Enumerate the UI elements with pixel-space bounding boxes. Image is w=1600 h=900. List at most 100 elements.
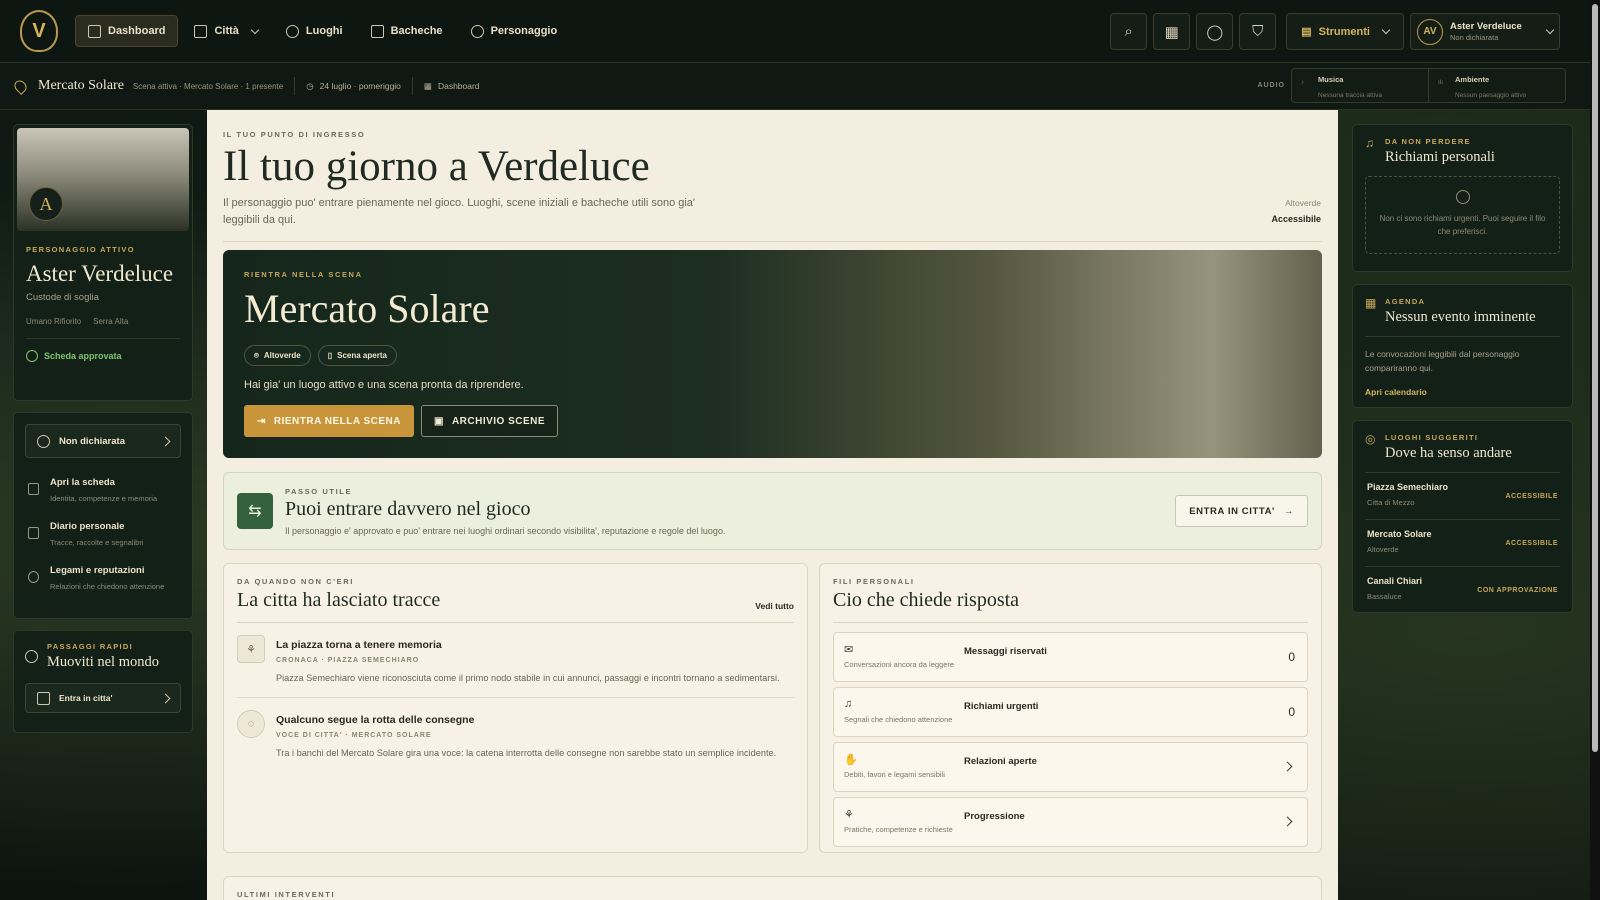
news-title: La citta ha lasciato tracce (237, 589, 794, 623)
news-category: CRONACA · PIAZZA SEMECHIARO (276, 657, 420, 664)
presence-status-button[interactable]: Non dichiarata (25, 424, 181, 458)
music-status: Nessuna traccia attiva (1318, 92, 1382, 99)
ambient-control[interactable]: ılı Ambiente Nessun paesaggio attivo (1428, 69, 1565, 102)
menu-item-scheda[interactable]: Apri la scheda Identita, competenze e mem… (14, 469, 192, 513)
user-icon (37, 434, 50, 448)
location-status: Altoverde Accessibile (1271, 198, 1321, 224)
music-title: Musica (1318, 75, 1344, 84)
place-item[interactable]: Canali Chiari Bassaluce CON APPROVAZIONE (1365, 566, 1560, 613)
see-all-link[interactable]: Vedi tutto (755, 601, 794, 611)
chevron-right-icon (160, 436, 171, 446)
thread-urgent[interactable]: ♫ Segnali che chiedono attenzione Richiami… (833, 687, 1308, 737)
game-date: ◷ 24 luglio · pomeriggio (306, 81, 401, 92)
user-menu[interactable]: AV Aster Verdeluce Non dichiarata (1410, 13, 1560, 50)
nav-bacheche[interactable]: Bacheche (359, 15, 455, 47)
nav-personaggio[interactable]: Personaggio (459, 15, 570, 47)
news-item[interactable]: ⚘ La piazza torna a tenere memoria CRONA… (237, 623, 794, 698)
arrow-right-icon: → (1283, 505, 1294, 517)
place-status: CON APPROVAZIONE (1477, 586, 1558, 594)
place-name: Canali Chiari (1367, 576, 1423, 586)
approval-label: Scheda approvata (44, 351, 122, 361)
breadcrumb[interactable]: ▦ Dashboard (424, 81, 480, 92)
agenda-title: Nessun evento imminente (1385, 309, 1536, 325)
scrollbar-thumb[interactable] (1592, 4, 1598, 752)
character-card: A Personaggio attivo Aster Verdeluce Cus… (13, 124, 193, 401)
strumenti-label: Strumenti (1318, 25, 1370, 38)
personal-threads-panel: Fili personali Cio che chiede risposta ✉… (819, 563, 1322, 853)
city-news-panel: Da quando non c'eri La citta ha lasciato… (223, 563, 808, 853)
scene-bar: Mercato Solare Scena attiva · Mercato So… (0, 63, 1590, 110)
enter-city-label: ENTRA IN CITTA' (1189, 505, 1275, 517)
reminders-eyebrow: Da non perdere (1385, 137, 1471, 146)
place-area: Bassaluce (1367, 592, 1402, 601)
nav-label: Personaggio (490, 25, 558, 37)
scene-icon: ▯ (327, 351, 333, 360)
divider (223, 241, 1322, 242)
chat-button[interactable]: ◯ (1196, 13, 1234, 50)
breadcrumb-label: Dashboard (437, 81, 480, 91)
location-accessibility: Accessibile (1271, 214, 1321, 224)
divider (294, 77, 296, 95)
page-lead: Il personaggio puo' entrare pienamente n… (223, 197, 696, 226)
thread-messages[interactable]: ✉ Conversazioni ancora da leggere Messaggi… (833, 632, 1308, 682)
suggested-places-card: ◎ Luoghi suggeriti Dove ha senso andare … (1352, 420, 1573, 613)
place-item[interactable]: Piazza Semechiaro Citta di Mezzo ACCESSIBI… (1365, 472, 1560, 519)
page-title: Il tuo giorno a Verdeluce (223, 143, 650, 190)
news-item[interactable]: ◌ Qualcuno segue la rotta delle consegne… (237, 698, 794, 772)
character-portrait: A (17, 128, 189, 231)
nav-label: Luoghi (305, 25, 343, 37)
calendar-button[interactable]: ▦ (1153, 13, 1191, 50)
compass-icon (25, 650, 38, 663)
thread-progression[interactable]: ⚘ Pratiche, competenze e richieste Progres… (833, 797, 1308, 847)
nav-citta[interactable]: Città (182, 15, 269, 47)
nav-dashboard[interactable]: Dashboard (75, 15, 179, 47)
music-control[interactable]: ♪ Musica Nessuna traccia attiva (1292, 69, 1428, 102)
page-kicker: Il tuo punto di ingresso (223, 130, 366, 139)
active-scene-title[interactable]: Mercato Solare (38, 78, 124, 94)
shield-icon: ⛉ (1252, 23, 1264, 40)
enter-icon: ⇥ (257, 415, 266, 427)
active-scene-subtitle: Scena attiva · Mercato Solare · 1 presen… (132, 81, 284, 91)
scene-archive-label: ARCHIVIO SCENE (451, 415, 546, 427)
step-title: Puoi entrare davvero nel gioco (285, 497, 531, 520)
thread-title: Relazioni aperte (964, 756, 1037, 767)
thread-subtitle: Pratiche, competenze e richieste (844, 825, 953, 834)
news-title: La piazza torna a tenere memoria (276, 639, 442, 651)
menu-item-diario[interactable]: Diario personale Tracce, raccolte e segna… (14, 513, 192, 557)
menu-item-title: Legami e reputazioni (50, 565, 145, 576)
music-note-icon: ♪ (1301, 79, 1305, 86)
ambient-status: Nessun paesaggio attivo (1455, 92, 1527, 99)
tag: Serra Alta (93, 317, 129, 326)
open-calendar-link[interactable]: Apri calendario (1365, 387, 1560, 397)
top-navigation: V Dashboard Città Luoghi Bacheche Person… (0, 0, 1590, 63)
chevron-right-icon (1282, 816, 1293, 827)
latest-posts-panel: Ultimi interventi (223, 876, 1322, 900)
menu-item-subtitle: Tracce, raccolte e segnalibri (50, 538, 144, 547)
strumenti-menu[interactable]: ▤ Strumenti (1286, 13, 1404, 50)
place-item[interactable]: Mercato Solare Altoverde ACCESSIBILE (1365, 519, 1560, 566)
resume-scene-button[interactable]: ⇥ RIENTRA NELLA SCENA (244, 405, 414, 437)
enter-city-button[interactable]: Entra in citta' (25, 683, 181, 713)
menu-item-title: Diario personale (50, 521, 125, 532)
thread-relations[interactable]: ✋ Debiti, favori e legami sensibili Relazi… (833, 742, 1308, 792)
scrollbar[interactable] (1590, 0, 1600, 900)
search-button[interactable]: ⌕ (1110, 13, 1148, 50)
audio-label: AUDIO (1257, 82, 1285, 89)
shield-button[interactable]: ⛉ (1239, 13, 1277, 50)
user-icon (470, 24, 484, 38)
nav-luoghi[interactable]: Luoghi (274, 15, 355, 47)
latest-posts-kicker: Ultimi interventi (237, 890, 336, 899)
user-status: Non dichiarata (1450, 33, 1499, 42)
avatar: A (29, 187, 63, 221)
clock-icon: ◷ (306, 80, 314, 91)
tag: Umano Rifiorito (26, 317, 82, 326)
app-logo[interactable]: V (20, 10, 58, 52)
enter-city-button[interactable]: ENTRA IN CITTA' → (1175, 495, 1308, 527)
compass-icon: ◎ (1365, 432, 1376, 446)
user-name: Aster Verdeluce (1450, 21, 1522, 32)
nav-label: Dashboard (108, 25, 166, 37)
threads-title: Cio che chiede risposta (833, 589, 1308, 623)
menu-item-legami[interactable]: Legami e reputazioni Relazioni che chiedo… (14, 557, 192, 601)
enter-city-label: Entra in citta' (59, 693, 113, 703)
scene-archive-button[interactable]: ▣ ARCHIVIO SCENE (420, 405, 559, 437)
